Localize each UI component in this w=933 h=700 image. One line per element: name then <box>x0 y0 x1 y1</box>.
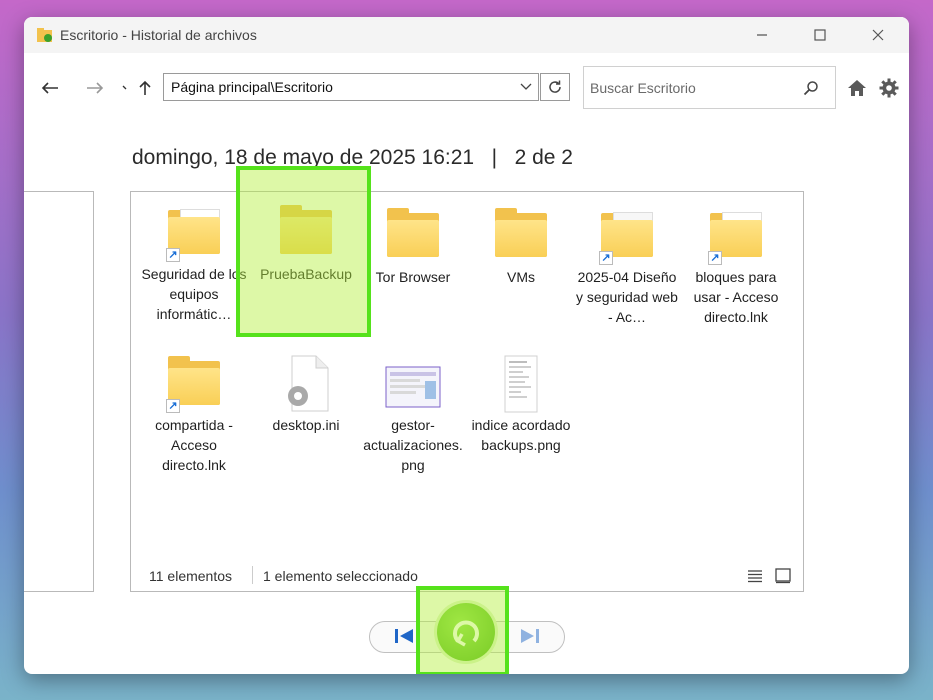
list-item[interactable]: indice acordado backups.png <box>468 355 574 455</box>
minimize-icon <box>757 34 767 36</box>
up-button[interactable] <box>134 73 156 103</box>
folder-icon <box>385 207 441 265</box>
list-item[interactable]: ↗ bloques para usar - Acceso directo.lnk <box>683 207 789 327</box>
refresh-icon <box>549 80 561 93</box>
recent-locations-button[interactable] <box>118 73 132 103</box>
image-file-icon <box>385 355 441 413</box>
status-divider <box>252 566 253 584</box>
selection-count: 1 elemento seleccionado <box>263 568 418 584</box>
search-box[interactable]: Buscar Escritorio <box>583 66 836 109</box>
search-icon[interactable] <box>803 80 819 96</box>
chevron-down-icon[interactable] <box>520 83 532 91</box>
next-version-icon[interactable] <box>518 627 542 645</box>
item-label: compartida - Acceso directo.lnk <box>155 417 233 473</box>
folder-icon <box>493 207 549 265</box>
gear-icon <box>879 78 899 98</box>
home-icon <box>848 80 866 96</box>
arrow-left-icon <box>41 82 58 94</box>
list-item[interactable]: ↗ 2025-04 Diseño y seguridad web - Ac… <box>574 207 680 327</box>
item-label: indice acordado backups.png <box>471 417 571 453</box>
search-placeholder: Buscar Escritorio <box>590 80 696 96</box>
maximize-icon <box>814 29 826 41</box>
home-button[interactable] <box>842 73 872 103</box>
settings-button[interactable] <box>874 73 904 103</box>
snapshot-position: 2 de 2 <box>514 146 573 169</box>
refresh-button[interactable] <box>540 73 570 101</box>
header-separator: | <box>491 146 498 169</box>
settings-file-icon <box>278 355 334 413</box>
folder-shortcut-icon: ↗ <box>708 207 764 265</box>
item-count: 11 elementos <box>149 568 233 584</box>
back-button[interactable] <box>35 73 65 103</box>
address-text: Página principal\Escritorio <box>171 79 333 95</box>
list-item[interactable]: gestor-actualizaciones.png <box>360 355 466 475</box>
folder-shortcut-icon: ↗ <box>166 355 222 413</box>
forward-button[interactable] <box>80 73 110 103</box>
window-title: Escritorio - Historial de archivos <box>60 27 257 43</box>
item-label: bloques para usar - Acceso directo.lnk <box>693 269 779 325</box>
list-item[interactable]: ↗ compartida - Acceso directo.lnk <box>141 355 247 475</box>
arrow-right-icon <box>87 82 104 94</box>
minimize-button[interactable] <box>742 23 782 47</box>
item-label: gestor-actualizaciones.png <box>363 417 463 473</box>
file-history-window: Escritorio - Historial de archivos Págin… <box>24 17 909 674</box>
previous-snapshot-pane[interactable] <box>24 191 94 592</box>
folder-shortcut-icon: ↗ <box>166 204 222 262</box>
details-view-icon[interactable] <box>747 569 763 583</box>
close-icon <box>872 29 884 41</box>
maximize-button[interactable] <box>800 23 840 47</box>
list-item[interactable]: ↗ Seguridad de los equipos informátic… <box>141 204 247 324</box>
list-item[interactable]: Tor Browser <box>360 207 466 287</box>
item-label: desktop.ini <box>272 417 340 433</box>
item-label: Tor Browser <box>375 269 451 285</box>
list-item[interactable]: VMs <box>468 207 574 287</box>
title-bar: Escritorio - Historial de archivos <box>24 17 909 53</box>
restore-highlight <box>416 586 509 674</box>
file-list-pane: ↗ Seguridad de los equipos informátic… P… <box>130 191 804 592</box>
item-label: 2025-04 Diseño y seguridad web - Ac… <box>576 269 678 325</box>
address-bar[interactable]: Página principal\Escritorio <box>163 73 539 101</box>
previous-version-icon[interactable] <box>392 627 416 645</box>
list-item[interactable]: desktop.ini <box>253 355 359 435</box>
file-history-app-icon <box>37 28 52 42</box>
chevron-down-small-icon <box>122 85 127 90</box>
arrow-up-icon <box>139 80 151 95</box>
folder-shortcut-icon: ↗ <box>599 207 655 265</box>
large-icons-view-icon[interactable] <box>775 568 791 584</box>
item-label: VMs <box>507 269 535 285</box>
close-button[interactable] <box>858 23 898 47</box>
selection-highlight <box>236 166 371 337</box>
item-label: Seguridad de los equipos informátic… <box>141 266 247 322</box>
image-file-icon <box>493 355 549 413</box>
